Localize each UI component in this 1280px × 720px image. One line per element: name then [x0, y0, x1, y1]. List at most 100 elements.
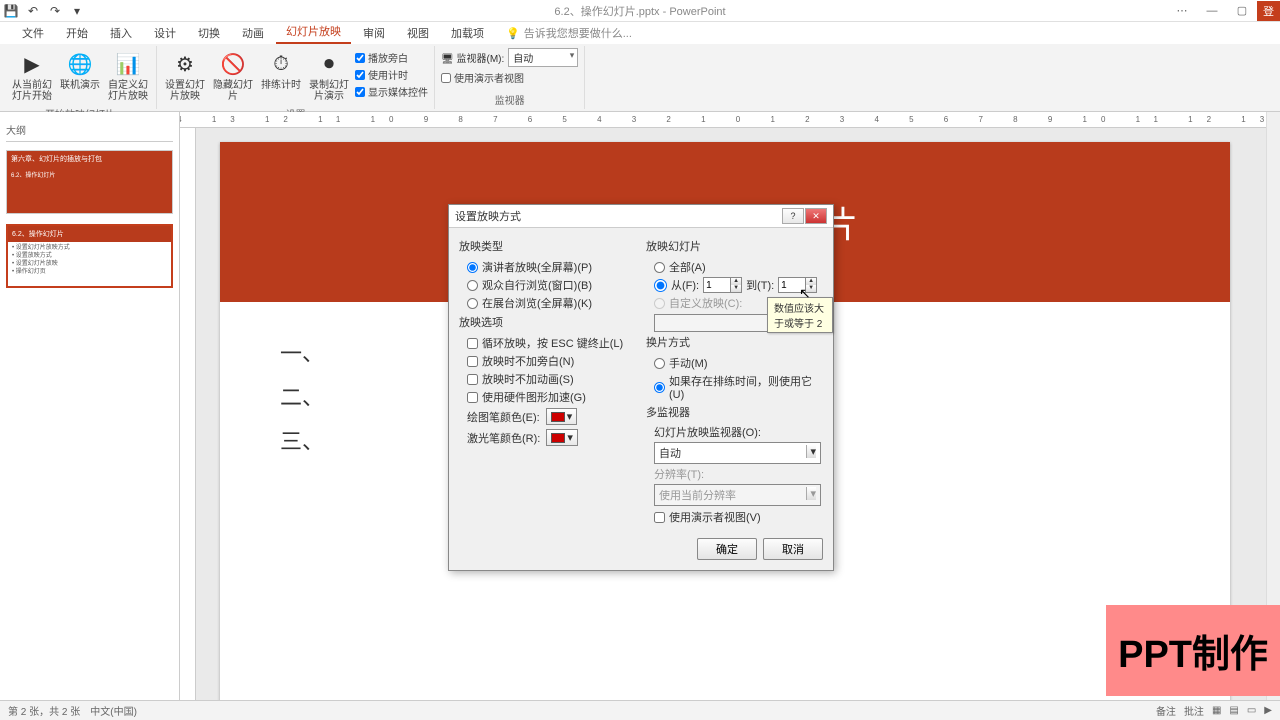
dialog-help-button[interactable]: ? — [782, 208, 804, 224]
tab-animations[interactable]: 动画 — [232, 22, 274, 44]
laser-color-row: 激光笔颜色(R): ▾ — [459, 427, 636, 448]
redo-icon[interactable]: ↷ — [48, 4, 62, 18]
show-monitor-label: 幻灯片放映监视器(O): — [646, 424, 823, 440]
resolution-dropdown: 使用当前分辨率 — [654, 484, 821, 506]
slides-range-radio[interactable] — [654, 279, 667, 292]
view-reading-icon[interactable]: ▭ — [1247, 705, 1256, 716]
from-spinner[interactable]: ▲▼ — [703, 277, 742, 293]
view-sorter-icon[interactable]: ▤ — [1229, 705, 1238, 716]
validation-tooltip: 数值应该大于或等于 2 — [767, 297, 833, 333]
hardware-accel-check[interactable]: 使用硬件图形加速(G) — [459, 388, 636, 406]
quick-access-toolbar: 💾 ↶ ↷ ▾ — [4, 4, 84, 18]
setup-show-button[interactable]: ⚙设置幻灯片放映 — [163, 48, 207, 104]
presenter-view-check[interactable]: 使用演示者视图 — [441, 70, 524, 85]
advance-label: 换片方式 — [646, 334, 823, 350]
rehearse-button[interactable]: ⏱排练计时 — [259, 48, 303, 93]
advance-timings-radio[interactable]: 如果存在排练时间，则使用它(U) — [646, 372, 823, 402]
globe-icon: 🌐 — [66, 50, 94, 78]
pen-color-button[interactable]: ▾ — [546, 408, 578, 425]
horizontal-ruler: 16 15 14 13 12 11 10 9 8 7 6 5 4 3 2 1 0… — [180, 112, 1280, 128]
ribbon-group-monitors: 🖥 监视器(M): 自动 使用演示者视图 监视器 — [435, 46, 585, 109]
no-animation-check[interactable]: 放映时不加动画(S) — [459, 370, 636, 388]
tab-design[interactable]: 设计 — [144, 22, 186, 44]
undo-icon[interactable]: ↶ — [26, 4, 40, 18]
status-bar: 第 2 张，共 2 张 中文(中国) 备注 批注 ▦ ▤ ▭ ▶ — [0, 700, 1280, 720]
view-normal-icon[interactable]: ▦ — [1212, 705, 1221, 716]
tell-me[interactable]: 💡告诉我您想要做什么... — [496, 22, 642, 44]
maximize-button[interactable]: ▢ — [1227, 1, 1257, 21]
record-icon: ⏺ — [315, 50, 343, 78]
dialog-left-column: 放映类型 演讲者放映(全屏幕)(P) 观众自行浏览(窗口)(B) 在展台浏览(全… — [459, 236, 636, 526]
signin-button[interactable]: 登 — [1257, 1, 1280, 21]
ribbon-group-setup: ⚙设置幻灯片放映 🚫隐藏幻灯片 ⏱排练计时 ⏺录制幻灯片演示 播放旁白 使用计时… — [157, 46, 435, 109]
view-slideshow-icon[interactable]: ▶ — [1264, 705, 1272, 716]
hide-slide-button[interactable]: 🚫隐藏幻灯片 — [211, 48, 255, 104]
laser-color-button[interactable]: ▾ — [546, 429, 578, 446]
hide-icon: 🚫 — [219, 50, 247, 78]
watermark: PPT制作 — [1106, 605, 1280, 696]
thumbnail-1[interactable]: 第六章、幻灯片的插放与打包6.2、操作幻灯片 — [6, 150, 173, 214]
slides-all-radio[interactable]: 全部(A) — [646, 258, 823, 276]
show-monitor-dropdown[interactable]: 自动 — [654, 442, 821, 464]
tab-transitions[interactable]: 切换 — [188, 22, 230, 44]
window-buttons: ⋯ — ▢ 登 — [1167, 1, 1280, 21]
notes-button[interactable]: 备注 — [1156, 703, 1176, 718]
dialog-close-button[interactable]: ✕ — [805, 208, 827, 224]
group-label-monitors: 监视器 — [495, 92, 525, 107]
show-slides-label: 放映幻灯片 — [646, 238, 823, 254]
thumbnail-2[interactable]: 6.2、操作幻灯片 • 设置幻灯片放映方式 • 设置放映方式 • 设置幻灯片放映… — [6, 224, 173, 288]
vertical-ruler — [180, 128, 196, 700]
custom-show-button[interactable]: 📊自定义幻灯片放映 — [106, 48, 150, 104]
ribbon-options-icon[interactable]: ⋯ — [1167, 1, 1197, 21]
tab-addins[interactable]: 加载项 — [441, 22, 494, 44]
chevron-down-icon: ▾ — [567, 431, 573, 444]
from-label: 从(F): — [671, 277, 699, 293]
title-bar: 💾 ↶ ↷ ▾ 6.2、操作幻灯片.pptx - PowerPoint ⋯ — … — [0, 0, 1280, 22]
media-controls-check[interactable]: 显示媒体控件 — [355, 84, 428, 99]
present-online-button[interactable]: 🌐联机演示 — [58, 48, 102, 93]
play-narration-check[interactable]: 播放旁白 — [355, 50, 428, 65]
dialog-titlebar[interactable]: 设置放映方式 ? ✕ — [449, 205, 833, 228]
window-title: 6.2、操作幻灯片.pptx - PowerPoint — [554, 3, 725, 19]
to-label: 到(T): — [746, 277, 774, 293]
tab-file[interactable]: 文件 — [12, 22, 54, 44]
cancel-button[interactable]: 取消 — [763, 538, 823, 560]
setup-icon: ⚙ — [171, 50, 199, 78]
resolution-label: 分辨率(T): — [646, 466, 823, 482]
monitor-label: 🖥 监视器(M): — [441, 50, 504, 65]
tab-view[interactable]: 视图 — [397, 22, 439, 44]
qat-dropdown-icon[interactable]: ▾ — [70, 4, 84, 18]
dialog-right-column: 放映幻灯片 全部(A) 从(F): ▲▼ 到(T): ▲▼ 自定义放映(C): … — [646, 236, 823, 526]
tab-insert[interactable]: 插入 — [100, 22, 142, 44]
comments-button[interactable]: 批注 — [1184, 703, 1204, 718]
outline-tab[interactable]: 大纲 — [6, 118, 173, 142]
loop-check[interactable]: 循环放映，按 ESC 键终止(L) — [459, 334, 636, 352]
save-icon[interactable]: 💾 — [4, 4, 18, 18]
ok-button[interactable]: 确定 — [697, 538, 757, 560]
language-indicator[interactable]: 中文(中国) — [90, 703, 137, 718]
tab-slideshow[interactable]: 幻灯片放映 — [276, 20, 351, 44]
setup-show-dialog: 设置放映方式 ? ✕ 放映类型 演讲者放映(全屏幕)(P) 观众自行浏览(窗口)… — [448, 204, 834, 571]
tab-home[interactable]: 开始 — [56, 22, 98, 44]
monitor-combo[interactable]: 自动 — [508, 48, 578, 67]
clock-icon: ⏱ — [267, 50, 295, 78]
show-type-kiosk[interactable]: 在展台浏览(全屏幕)(K) — [459, 294, 636, 312]
show-type-presenter[interactable]: 演讲者放映(全屏幕)(P) — [459, 258, 636, 276]
slide-count: 第 2 张，共 2 张 — [8, 703, 80, 718]
show-type-browse[interactable]: 观众自行浏览(窗口)(B) — [459, 276, 636, 294]
monitor-icon: 🖥 — [441, 54, 454, 65]
thumbnail-pane: 大纲 第六章、幻灯片的插放与打包6.2、操作幻灯片 6.2、操作幻灯片 • 设置… — [0, 112, 180, 700]
from-current-button[interactable]: ▶从当前幻灯片开始 — [10, 48, 54, 104]
minimize-button[interactable]: — — [1197, 1, 1227, 21]
advance-manual-radio[interactable]: 手动(M) — [646, 354, 823, 372]
use-timings-check[interactable]: 使用计时 — [355, 67, 428, 82]
no-narration-check[interactable]: 放映时不加旁白(N) — [459, 352, 636, 370]
play-icon: ▶ — [18, 50, 46, 78]
to-spinner[interactable]: ▲▼ — [778, 277, 817, 293]
tab-review[interactable]: 审阅 — [353, 22, 395, 44]
ribbon: ▶从当前幻灯片开始 🌐联机演示 📊自定义幻灯片放映 开始放映幻灯片 ⚙设置幻灯片… — [0, 44, 1280, 112]
custom-icon: 📊 — [114, 50, 142, 78]
record-button[interactable]: ⏺录制幻灯片演示 — [307, 48, 351, 104]
use-presenter-view-check[interactable]: 使用演示者视图(V) — [646, 508, 823, 526]
ribbon-group-start: ▶从当前幻灯片开始 🌐联机演示 📊自定义幻灯片放映 开始放映幻灯片 — [4, 46, 157, 109]
